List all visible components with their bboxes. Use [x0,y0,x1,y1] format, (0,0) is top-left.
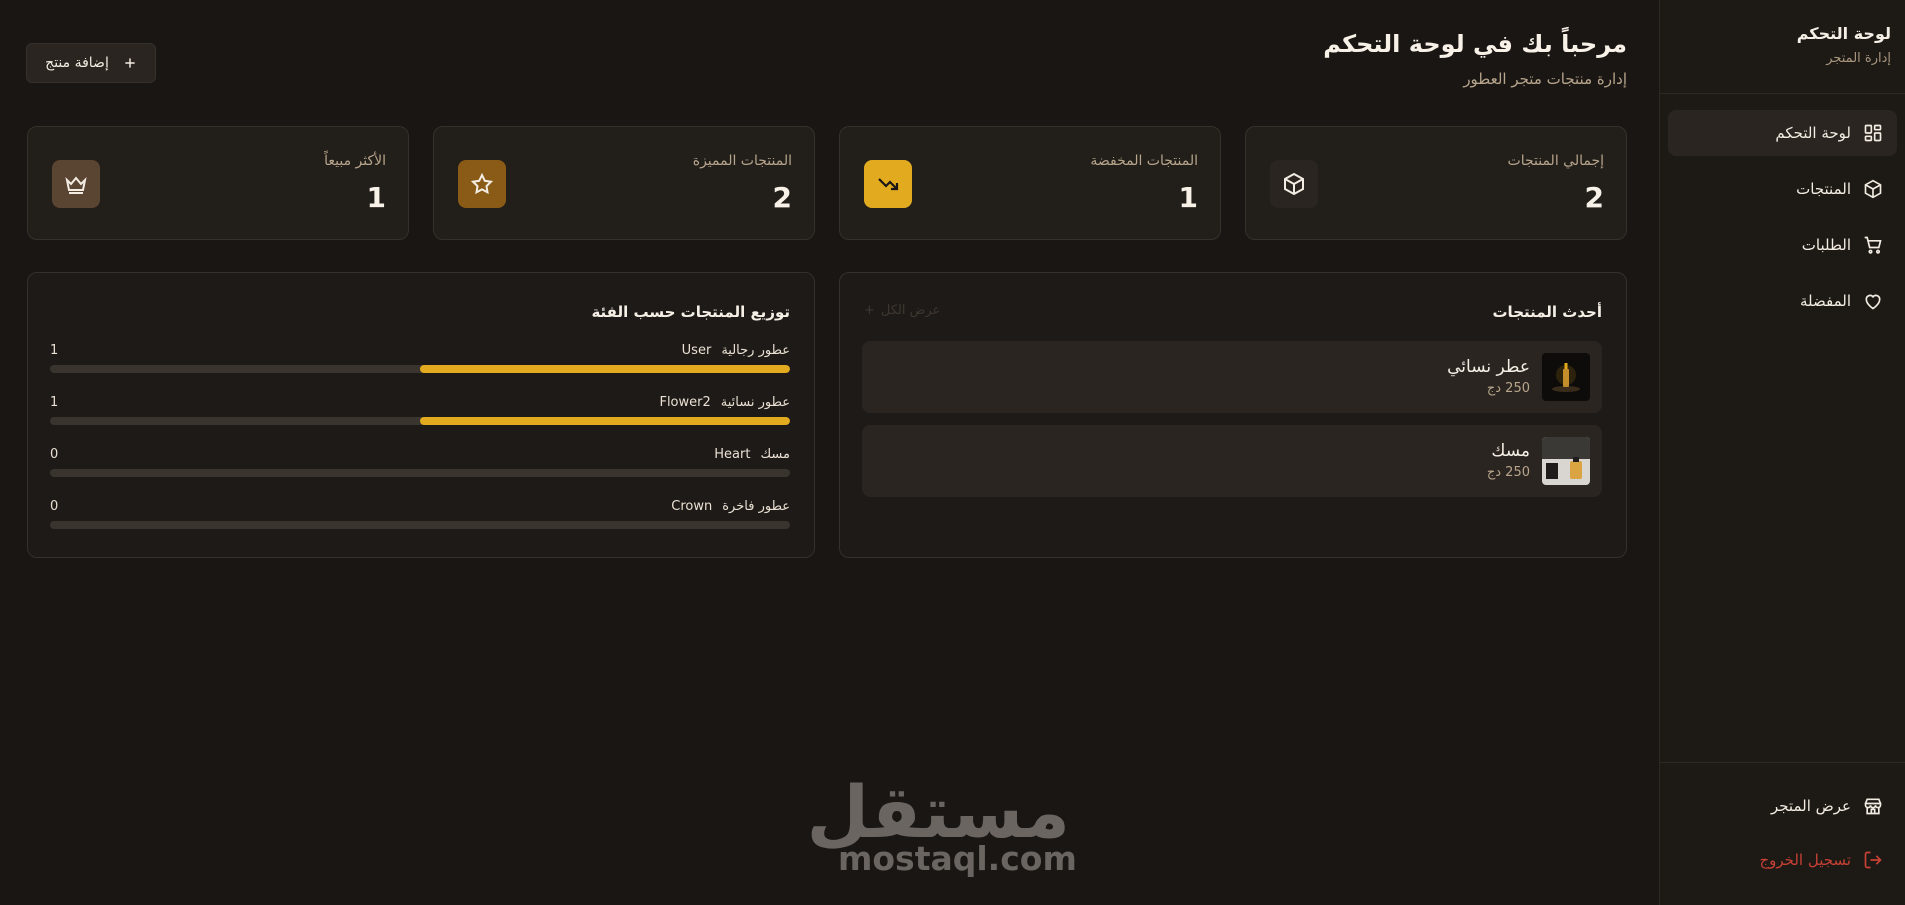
sidebar-footer: عرض المتجر تسجيل الخروج [1660,762,1905,905]
add-product-button[interactable]: إضافة منتج [26,43,156,83]
category-progress-fill [420,417,790,425]
watermark-arabic: مستقل [806,770,1072,854]
stat-label: المنتجات المخفضة [1090,153,1198,169]
sidebar-item-orders[interactable]: الطلبات [1668,222,1897,268]
box-icon [1270,160,1318,208]
category-count: 1 [50,343,59,358]
category-count: 1 [50,395,59,410]
category-count: 0 [50,447,59,462]
latest-products-panel: أحدث المنتجات عرض الكل + عطر نسائي 250 د… [839,272,1627,558]
category-row: مسك Heart 0 [50,447,790,487]
stat-card-total-products: إجمالي المنتجات 2 [1245,126,1627,240]
page-header: مرحباً بك في لوحة التحكم إدارة منتجات مت… [1323,30,1627,88]
logout-label: تسجيل الخروج [1759,851,1851,869]
watermark: مستقل mostaql.com [806,770,1077,878]
stat-value: 2 [772,181,792,214]
category-distribution-title: توزيع المنتجات حسب الفئة [591,303,790,321]
category-name: عطور رجالية [721,343,790,358]
stat-label: إجمالي المنتجات [1507,153,1604,169]
sidebar-item-label: الطلبات [1801,236,1851,254]
view-store-link[interactable]: عرض المتجر [1668,783,1897,829]
sidebar-item-label: لوحة التحكم [1775,124,1851,142]
category-icon-text: Crown [671,499,713,514]
category-distribution-panel: توزيع المنتجات حسب الفئة عطور رجالية User… [27,272,815,558]
category-row: عطور رجالية User 1 [50,343,790,383]
category-icon-text: Flower2 [659,395,711,410]
stat-card-discounted-products: المنتجات المخفضة 1 [839,126,1221,240]
category-label: عطور فاخرة Crown [671,499,790,514]
product-item[interactable]: عطر نسائي 250 دج [862,341,1602,413]
product-name: عطر نسائي [1447,357,1530,377]
product-name: مسك [1491,441,1530,461]
add-product-label: إضافة منتج [45,55,109,71]
sidebar-title: لوحة التحكم [1796,24,1891,43]
view-all-link[interactable]: عرض الكل + [864,303,940,318]
sidebar-nav: لوحة التحكم المنتجات الطلبات المفضلة [1660,94,1905,324]
store-icon [1864,798,1882,815]
stat-value: 1 [1178,181,1198,214]
sidebar: لوحة التحكم إدارة المتجر لوحة التحكم الم… [1659,0,1905,905]
category-label: عطور نسائية Flower2 [659,395,790,410]
category-progress-track [50,365,790,373]
crown-icon [52,160,100,208]
category-progress-track [50,521,790,529]
latest-products-title: أحدث المنتجات [1492,303,1602,321]
category-progress-track [50,417,790,425]
product-price: 250 دج [1486,381,1530,396]
category-name: مسك [760,447,790,462]
category-icon-text: User [681,343,712,358]
category-progress-fill [420,365,790,373]
sidebar-item-dashboard[interactable]: لوحة التحكم [1668,110,1897,156]
stat-label: المنتجات المميزة [692,153,792,169]
sidebar-item-label: المفضلة [1799,292,1851,310]
plus-icon [125,58,135,68]
stat-value: 1 [366,181,386,214]
view-store-label: عرض المتجر [1770,797,1851,815]
category-label: مسك Heart [714,447,790,462]
category-name: عطور فاخرة [722,499,790,514]
product-thumbnail [1542,353,1590,401]
view-all-label: عرض الكل [880,303,941,318]
product-item[interactable]: مسك 250 دج [862,425,1602,497]
category-row: عطور نسائية Flower2 1 [50,395,790,435]
trending-down-icon [864,160,912,208]
logout-icon [1864,851,1882,869]
watermark-url: mostaql.com [838,839,1077,878]
stat-value: 2 [1584,181,1604,214]
heart-icon [1865,294,1881,310]
grid-icon [1864,124,1882,142]
category-icon-text: Heart [714,447,751,462]
sidebar-item-favorites[interactable]: المفضلة [1668,278,1897,324]
product-price: 250 دج [1486,465,1530,480]
sidebar-item-label: المنتجات [1796,180,1851,198]
page-title: مرحباً بك في لوحة التحكم [1323,30,1627,58]
stat-label: الأكثر مبيعاً [324,153,386,169]
category-label: عطور رجالية User [682,343,790,358]
stat-card-best-sellers: الأكثر مبيعاً 1 [27,126,409,240]
box-icon [1864,179,1882,199]
plus-icon: + [864,303,875,318]
logout-button[interactable]: تسجيل الخروج [1668,837,1897,883]
category-progress-track [50,469,790,477]
category-name: عطور نسائية [720,395,790,410]
cart-icon [1864,236,1882,254]
star-icon [458,160,506,208]
page-subtitle: إدارة منتجات متجر العطور [1463,70,1627,88]
sidebar-item-products[interactable]: المنتجات [1668,166,1897,212]
sidebar-subtitle: إدارة المتجر [1826,51,1891,66]
product-thumbnail [1542,437,1590,485]
category-row: عطور فاخرة Crown 0 [50,499,790,539]
category-count: 0 [50,499,59,514]
stat-card-featured-products: المنتجات المميزة 2 [433,126,815,240]
sidebar-header: لوحة التحكم إدارة المتجر [1660,0,1905,94]
